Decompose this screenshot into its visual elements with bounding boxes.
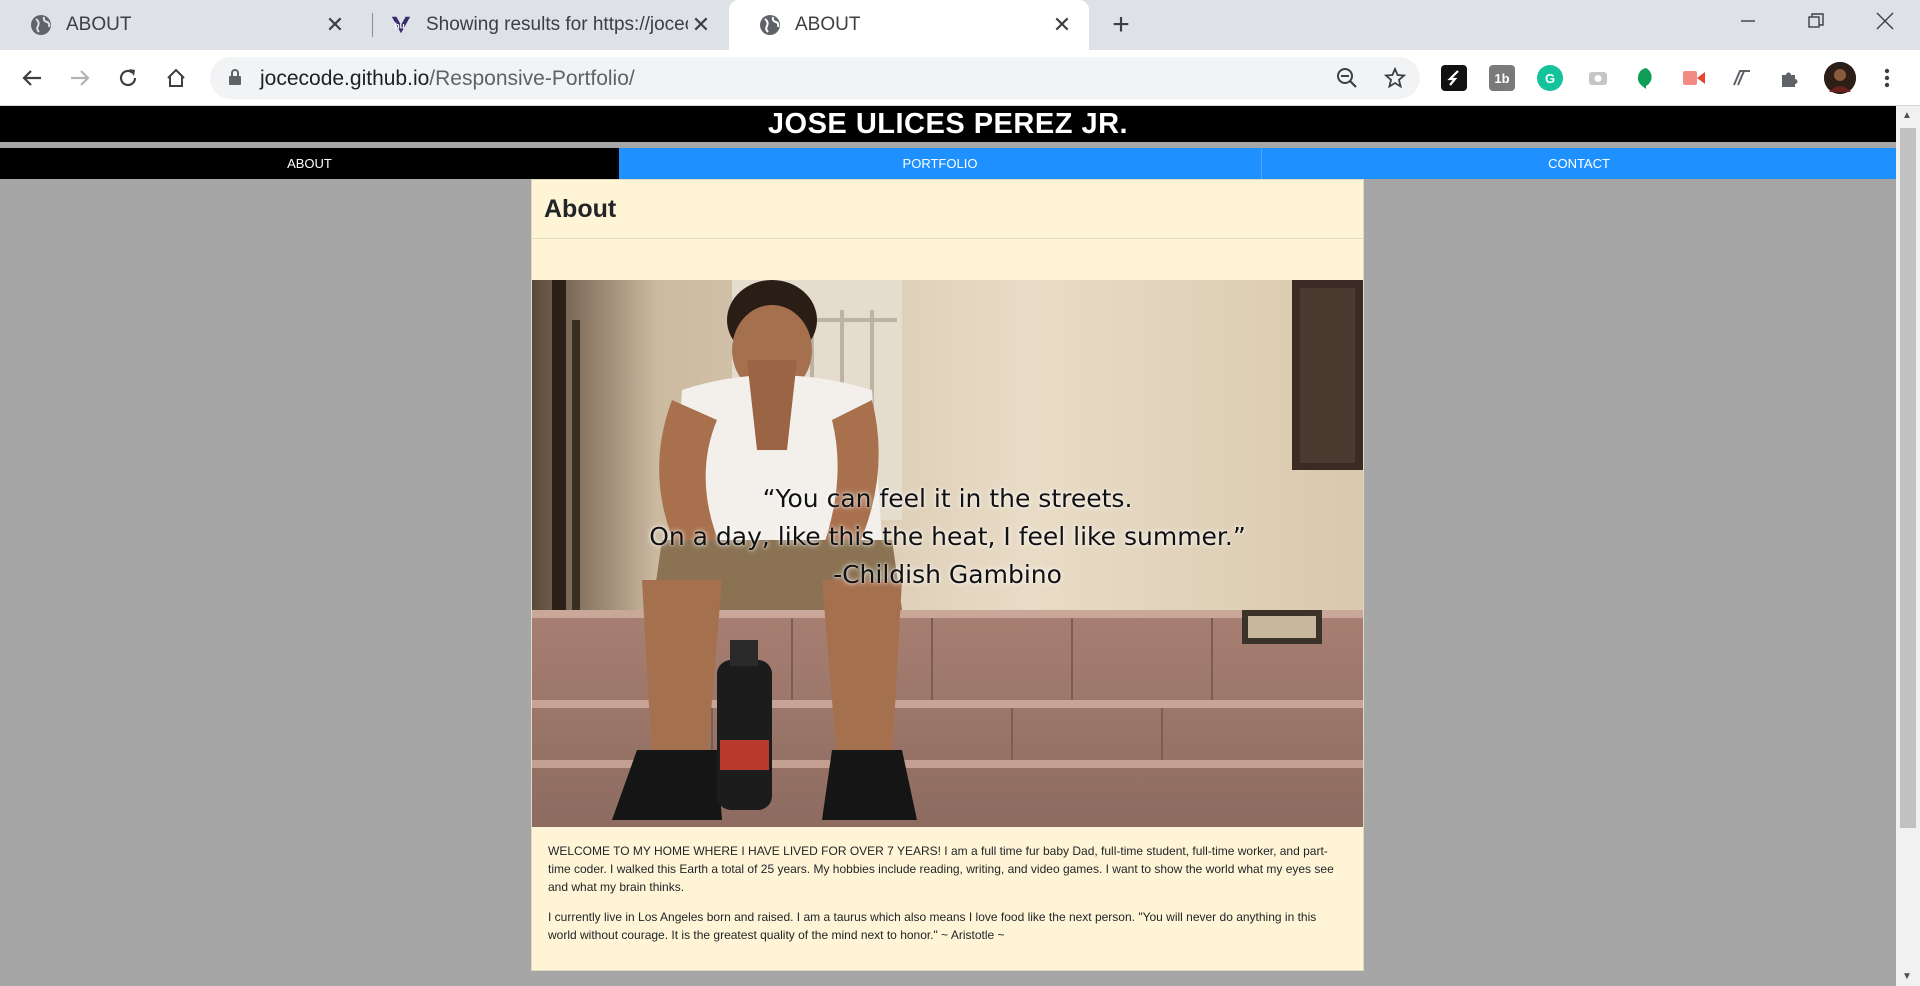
globe-icon [30, 14, 52, 36]
browser-tab-strip: ABOUT ✕ hu Showing results for https://j… [0, 0, 1920, 50]
extension-1b-icon[interactable]: 1b [1489, 65, 1515, 91]
address-bar[interactable]: jocecode.github.io/Responsive-Portfolio/ [210, 57, 1420, 99]
tab-title: ABOUT [795, 14, 861, 35]
zoom-out-icon[interactable] [1335, 66, 1359, 90]
video-extension-icon[interactable] [1681, 65, 1707, 91]
tab-separator [372, 13, 373, 37]
profile-avatar[interactable] [1824, 62, 1856, 94]
site-title: JOSE ULICES PEREZ JR. [767, 107, 1129, 140]
minimize-icon[interactable] [1718, 0, 1778, 42]
extensions-puzzle-icon[interactable] [1777, 65, 1803, 91]
extension-slash-icon[interactable] [1441, 65, 1467, 91]
url-domain: jocecode.github.io [260, 67, 430, 90]
extension-sql-icon[interactable] [1729, 65, 1755, 91]
about-paragraph: WELCOME TO MY HOME WHERE I HAVE LIVED FO… [548, 844, 1334, 894]
nav-about-link[interactable]: ABOUT [0, 148, 619, 179]
close-tab-icon[interactable]: ✕ [322, 12, 348, 38]
card-body: WELCOME TO MY HOME WHERE I HAVE LIVED FO… [548, 842, 1348, 956]
browser-tab-3-active[interactable]: ABOUT ✕ [729, 0, 1089, 50]
page-scrollbar[interactable]: ▲ ▼ [1896, 106, 1920, 986]
reload-icon[interactable] [111, 61, 145, 95]
browser-tab-2[interactable]: hu Showing results for https://jocecode.… [374, 0, 728, 50]
quote-line: On a day, like this the heat, I feel lik… [649, 522, 1246, 551]
about-card: About “You can feel it in the streets. O… [531, 179, 1364, 971]
forward-arrow-icon[interactable] [63, 61, 97, 95]
svg-text:hu: hu [395, 22, 405, 31]
web-page: JOSE ULICES PEREZ JR. ABOUT PORTFOLIO CO… [0, 106, 1896, 986]
screenshot-extension-icon[interactable] [1585, 65, 1611, 91]
restore-icon[interactable] [1786, 0, 1846, 42]
window-close-icon[interactable] [1855, 0, 1915, 42]
site-nav: ABOUT PORTFOLIO CONTACT [0, 148, 1896, 179]
browser-tab-1[interactable]: ABOUT ✕ [0, 0, 362, 50]
browser-toolbar: jocecode.github.io/Responsive-Portfolio/… [0, 50, 1920, 106]
browser-menu-icon[interactable] [1874, 65, 1900, 91]
close-tab-icon[interactable]: ✕ [688, 12, 714, 38]
home-icon[interactable] [159, 61, 193, 95]
site-header: JOSE ULICES PEREZ JR. [0, 106, 1896, 142]
quote-line: “You can feel it in the streets. [762, 484, 1133, 513]
quote-attribution: -Childish Gambino [833, 560, 1062, 589]
profile-photo: “You can feel it in the streets. On a da… [532, 280, 1363, 827]
scroll-up-arrow-icon[interactable]: ▲ [1902, 110, 1912, 121]
photo-quote: “You can feel it in the streets. On a da… [532, 480, 1363, 594]
about-heading: About [544, 194, 617, 223]
bookmark-star-icon[interactable] [1383, 66, 1407, 90]
hangouts-icon[interactable] [1633, 65, 1659, 91]
scrollbar-thumb[interactable] [1900, 128, 1916, 828]
globe-icon [759, 14, 781, 36]
url-text: jocecode.github.io/Responsive-Portfolio/ [260, 67, 635, 91]
url-path: /Responsive-Portfolio/ [429, 67, 635, 90]
about-paragraph: I currently live in Los Angeles born and… [548, 910, 1317, 942]
card-header: About [532, 180, 1363, 239]
lock-icon [228, 68, 242, 91]
close-tab-icon[interactable]: ✕ [1049, 12, 1075, 38]
tab-title: ABOUT [66, 14, 132, 35]
nav-contact-link[interactable]: CONTACT [1261, 148, 1896, 179]
nav-portfolio-link[interactable]: PORTFOLIO [619, 148, 1261, 179]
new-tab-icon[interactable]: + [1104, 8, 1138, 41]
grammarly-icon[interactable]: G [1537, 65, 1563, 91]
scroll-down-arrow-icon[interactable]: ▼ [1902, 971, 1912, 982]
back-arrow-icon[interactable] [15, 61, 49, 95]
hu-extension-icon: hu [390, 14, 412, 36]
tab-title: Showing results for https://jocecode... [426, 14, 688, 35]
